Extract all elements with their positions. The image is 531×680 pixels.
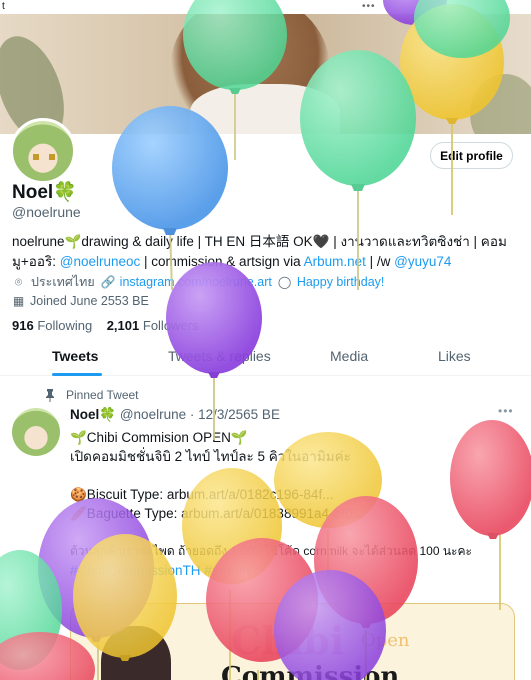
profile-name-text: Noel	[12, 182, 54, 203]
bio-text: | /w	[365, 254, 395, 269]
bio-link-yuyu[interactable]: @yuyu74	[394, 254, 451, 269]
bio-text: | commission & artsign via	[140, 254, 304, 269]
tweet-author-name[interactable]: Noel	[70, 407, 99, 422]
profile-meta-row: ⌾ ประเทศไทย 🔗 instagram.com/noelrune.art…	[12, 272, 385, 292]
tweet-handle[interactable]: @noelrune	[120, 407, 186, 422]
pinned-label-row: Pinned Tweet	[44, 388, 139, 402]
card-title-commission: Commission	[221, 662, 400, 680]
tweet-line	[70, 523, 520, 542]
tab-media[interactable]: Media	[330, 348, 368, 364]
profile-bio: noelrune🌱drawing & daily life | TH EN 日本…	[12, 232, 520, 272]
following-link[interactable]: 916 Following	[12, 318, 92, 333]
following-count: 916	[12, 318, 34, 333]
profile-joined: Joined June 2553 BE	[30, 294, 149, 308]
tweet-line: 🌱Chibi Commision OPEN🌱	[70, 430, 248, 445]
card-title-chibi: Chibi	[231, 618, 345, 663]
link-icon: 🔗	[100, 274, 116, 289]
tweet-avatar[interactable]	[12, 408, 60, 456]
tweet-body: 🌱Chibi Commision OPEN🌱 เปิดคอมมิชชั่นจิบ…	[70, 428, 520, 580]
clover-emoji: 🍀	[53, 182, 77, 203]
profile-handle: @noelrune	[12, 204, 81, 220]
profile-banner[interactable]	[0, 14, 531, 134]
balloon-green-bottom-left	[0, 550, 62, 670]
followers-link[interactable]: 2,101 Followers	[107, 318, 199, 333]
followers-count: 2,101	[106, 318, 140, 333]
tweet-baguette-line[interactable]: 🥖Baguette Type: arbum.art/a/01838991a4-e…	[70, 504, 520, 523]
avatar-eyes	[33, 154, 55, 160]
bio-link-arbum[interactable]: Arbum.net	[304, 254, 366, 269]
edit-profile-button[interactable]: Edit profile	[430, 142, 513, 169]
tab-tweets-replies[interactable]: Tweets & replies	[168, 348, 271, 364]
tweet-line	[70, 466, 520, 485]
status-text: t	[2, 1, 5, 12]
profile-location: ประเทศไทย	[31, 275, 95, 289]
active-tab-indicator	[52, 373, 102, 376]
tab-likes[interactable]: Likes	[438, 348, 471, 364]
profile-website-link[interactable]: instagram.com/noelrune.art	[120, 275, 272, 289]
profile-tabs: Tweets Tweets & replies Media Likes	[0, 340, 531, 376]
card-character-image	[101, 626, 171, 680]
banner-leaf	[470, 74, 531, 134]
profile-joined-row: ▦ Joined June 2553 BE	[12, 294, 149, 308]
tab-tweets[interactable]: Tweets	[52, 348, 98, 364]
followers-label: Followers	[142, 318, 199, 333]
tweet-hashtags[interactable]: #ChibiCommissionTH #arbum	[70, 561, 520, 580]
location-icon: ⌾	[14, 274, 23, 289]
card-title-open: Open	[361, 630, 410, 651]
banner-figure-shirt	[190, 84, 340, 134]
pinned-tweet-label: Pinned Tweet	[66, 388, 139, 402]
balloon-icon: ◯	[277, 274, 292, 289]
status-bar: t •••	[0, 0, 531, 14]
following-label: Following	[37, 318, 93, 333]
tweet-more-icon[interactable]: •••	[498, 404, 514, 418]
tweet-date[interactable]: 12/3/2565 BE	[198, 407, 280, 422]
calendar-icon: ▦	[12, 293, 25, 308]
tweet-line: เปิดคอมมิชชั่นจิบิ 2 ไทป์ ไทป์ละ 5 คิวใน…	[70, 449, 351, 464]
tweet-header: Noel🍀 @noelrune · 12/3/2565 BE	[70, 407, 280, 422]
tweet-line: ต้วนลุกค้าเราจะไพด ถ้ายอดถึง 1,000 ใช้โค…	[70, 544, 472, 558]
more-dots-icon[interactable]: •••	[362, 1, 376, 12]
pin-icon	[46, 388, 54, 402]
tweet-biscuit-line[interactable]: 🍪Biscuit Type: arbum.art/a/0182c196-84f.…	[70, 485, 520, 504]
follow-stats: 916 Following 2,101 Followers	[12, 318, 199, 333]
profile-avatar[interactable]	[10, 118, 76, 184]
birthday-text: Happy birthday!	[296, 275, 385, 289]
bio-link-oc[interactable]: @noelruneoc	[60, 254, 141, 269]
clover-emoji: 🍀	[99, 407, 117, 422]
tweet-media-card[interactable]: Chibi Open Commission	[70, 603, 515, 680]
